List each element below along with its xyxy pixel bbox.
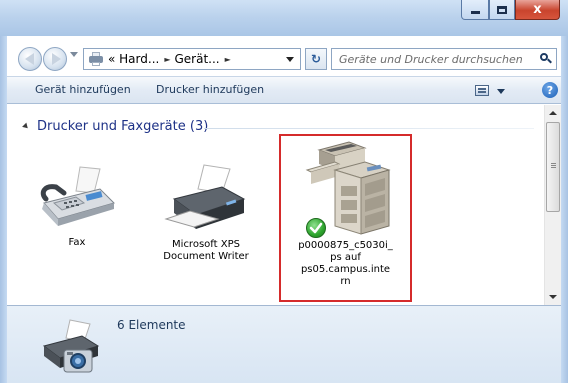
close-button[interactable]: x [515,0,560,20]
add-printer-button[interactable]: Drucker hinzufügen [156,83,264,96]
scroll-down-icon[interactable] [549,295,557,299]
command-bar: Gerät hinzufügen Drucker hinzufügen ? [7,76,561,104]
breadcrumb-separator-icon[interactable]: ► [164,55,170,64]
printer-icon [164,164,246,229]
address-dropdown-icon[interactable] [286,57,294,62]
recent-pages-dropdown-icon[interactable] [70,52,78,57]
back-arrow-icon [25,53,34,65]
device-label: p0000875_c5030i_ ps auf ps05.campus.inte… [298,240,393,287]
refresh-icon: ↻ [310,52,322,66]
maximize-button[interactable] [489,0,515,20]
scroll-thumb[interactable] [546,122,560,212]
group-header[interactable]: Drucker und Faxgeräte (3) [22,119,209,134]
item-count: 6 Elemente [117,318,186,332]
devices-and-printers-icon [42,319,100,373]
device-item-network-printer[interactable]: p0000875_c5030i_ ps auf ps05.campus.inte… [279,134,412,302]
search-input[interactable] [332,49,532,69]
fax-icon [40,166,115,226]
navigation-bar: « Hard... ► Gerät... ► ↻ [7,38,561,74]
maximize-icon [497,5,507,14]
breadcrumb-devices[interactable]: Gerät... [174,52,219,66]
copier-icon [305,141,391,235]
address-bar[interactable]: « Hard... ► Gerät... ► [83,48,301,70]
devices-content-area: Drucker und Faxgeräte (3) Fax Microsoft … [7,105,561,305]
window-frame-left [0,36,7,383]
title-bar[interactable]: x [0,0,568,36]
search-icon[interactable] [540,53,552,64]
breadcrumb-separator-icon[interactable]: ► [225,55,231,64]
device-label: Microsoft XPS Document Writer [163,239,249,262]
add-device-button[interactable]: Gerät hinzufügen [35,83,131,96]
help-icon[interactable]: ? [542,82,558,98]
forward-arrow-icon [52,53,61,65]
refresh-button[interactable]: ↻ [305,48,327,70]
window-frame-right [561,36,568,383]
device-item-fax[interactable]: Fax [34,163,120,253]
forward-button[interactable] [43,47,67,71]
back-button[interactable] [18,47,42,71]
breadcrumb-hardware[interactable]: « Hard... [108,52,159,66]
group-title: Drucker und Faxgeräte (3) [37,119,209,134]
vertical-scrollbar[interactable] [544,105,561,305]
default-printer-check-icon [306,218,326,238]
device-item-xps-document-writer[interactable]: Microsoft XPS Document Writer [160,163,252,275]
minimize-button[interactable] [461,0,489,20]
search-box[interactable] [331,48,557,70]
scroll-up-icon[interactable] [549,111,557,115]
explorer-window: x « Hard... ► Gerät... ► ↻ Geräte und Dr… [0,0,568,383]
collapse-toggle-icon[interactable] [22,122,30,131]
details-pane: 6 Elemente [7,305,561,383]
group-divider [204,128,534,129]
close-icon: x [533,2,542,17]
change-view-icon[interactable] [475,85,489,96]
device-label: Fax [68,237,86,248]
printer-folder-icon [88,52,104,66]
view-options-dropdown-icon[interactable] [497,89,505,94]
minimize-icon [470,11,480,14]
